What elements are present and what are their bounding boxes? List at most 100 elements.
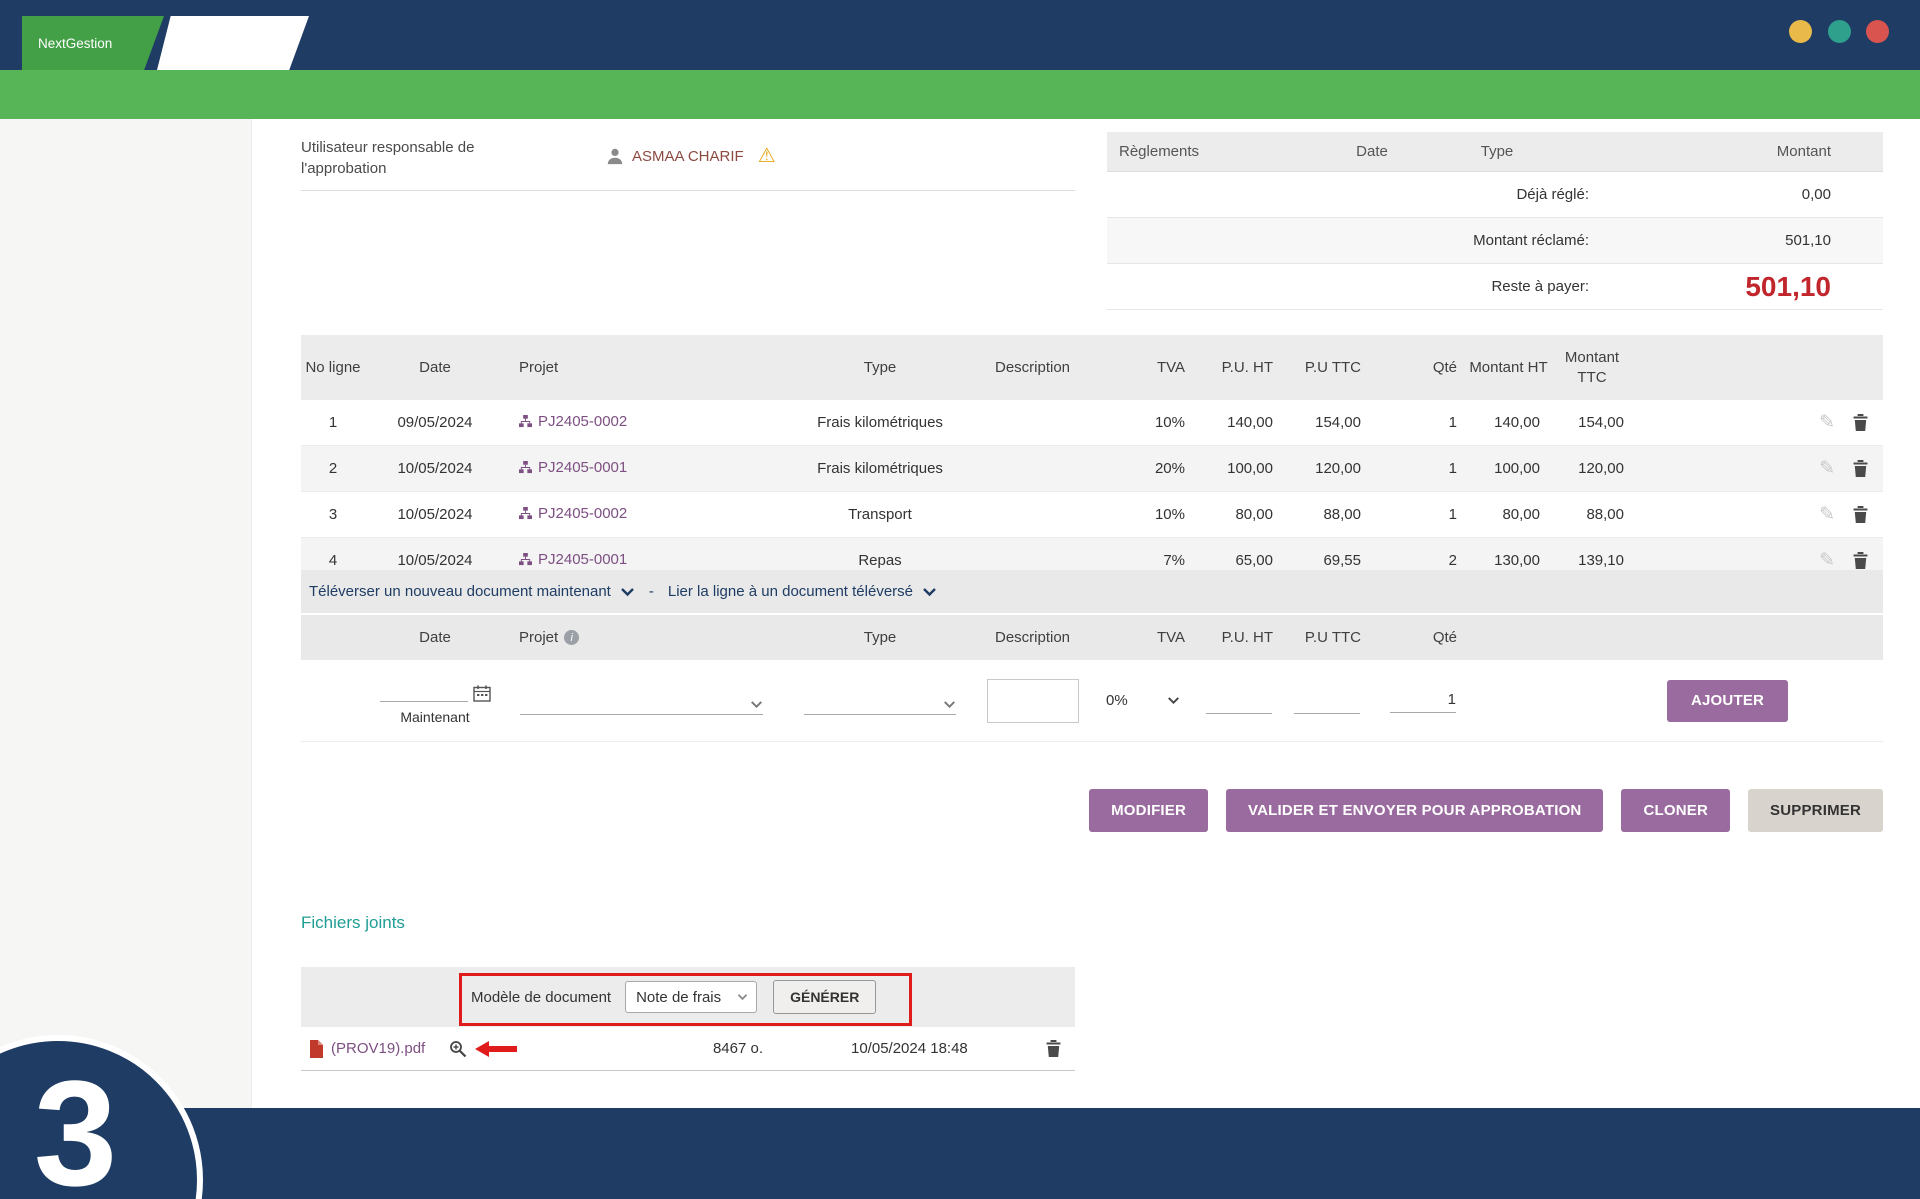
line-description xyxy=(960,492,1105,538)
payments-summary: Règlements Date Type Montant Déjà réglé:… xyxy=(1107,132,1883,310)
payments-label: Montant réclamé: xyxy=(1107,232,1589,249)
project-link[interactable]: PJ2405-0002 xyxy=(519,413,627,430)
project-code: PJ2405-0002 xyxy=(538,505,627,522)
delete-button[interactable]: SUPPRIMER xyxy=(1748,789,1883,832)
approval-label: Utilisateur responsable de l'approbation xyxy=(301,137,521,179)
info-icon: i xyxy=(564,630,579,645)
line-no: 3 xyxy=(301,492,365,538)
date-input[interactable] xyxy=(380,676,468,702)
line-description xyxy=(960,400,1105,446)
line-montant-ttc: 120,00 xyxy=(1550,446,1634,492)
payments-header-montant: Montant xyxy=(1557,143,1883,160)
line-no: 1 xyxy=(301,400,365,446)
project-link[interactable]: PJ2405-0001 xyxy=(519,459,627,476)
project-link[interactable]: PJ2405-0001 xyxy=(519,551,627,568)
col-header-type: Type xyxy=(800,335,960,400)
tva-select[interactable]: 0% xyxy=(1106,692,1194,709)
form-row: Maintenant xyxy=(301,660,1883,742)
form-header-qte: Qté xyxy=(1371,614,1467,660)
pu-ttc-input[interactable] xyxy=(1294,688,1360,714)
edit-line-icon[interactable]: ✎ xyxy=(1819,459,1835,478)
attachment-file-link[interactable]: (PROV19).pdf xyxy=(331,1040,425,1057)
main-nav xyxy=(0,70,1920,119)
line-montant-ht: 100,00 xyxy=(1467,446,1550,492)
type-select[interactable] xyxy=(804,687,956,715)
line-no: 2 xyxy=(301,446,365,492)
upload-bar: Téléverser un nouveau document maintenan… xyxy=(301,570,1883,613)
warning-icon: ⚠ xyxy=(758,146,776,166)
validate-send-approval-button[interactable]: VALIDER ET ENVOYER POUR APPROBATION xyxy=(1226,789,1603,832)
line-montant-ht: 80,00 xyxy=(1467,492,1550,538)
chevron-down-icon xyxy=(922,587,937,597)
annotation-arrow-left-icon xyxy=(475,1040,517,1058)
payments-value: 0,00 xyxy=(1589,186,1883,203)
line-qte: 1 xyxy=(1371,400,1467,446)
link-existing-document-link[interactable]: Lier la ligne à un document téléversé xyxy=(668,583,937,600)
col-header-projet: Projet xyxy=(505,335,800,400)
table-row: 3 10/05/2024 PJ2405-0002 Transport 10% 8… xyxy=(301,492,1883,538)
project-icon xyxy=(519,461,532,474)
approval-user-link[interactable]: ASMAA CHARIF xyxy=(632,148,744,165)
edit-line-icon[interactable]: ✎ xyxy=(1819,551,1835,570)
payments-header-date: Date xyxy=(1307,143,1437,160)
project-icon xyxy=(519,553,532,566)
delete-line-icon[interactable] xyxy=(1853,552,1868,569)
clone-button[interactable]: CLONER xyxy=(1621,789,1730,832)
link-existing-document-label: Lier la ligne à un document téléversé xyxy=(668,583,913,600)
payments-value: 501,10 xyxy=(1589,232,1883,249)
form-header-pu-ttc: P.U TTC xyxy=(1283,614,1371,660)
col-header-date: Date xyxy=(365,335,505,400)
upload-new-document-link[interactable]: Téléverser un nouveau document maintenan… xyxy=(309,583,635,600)
line-date: 10/05/2024 xyxy=(365,446,505,492)
col-header-montant-ht: Montant HT xyxy=(1467,335,1550,400)
pu-ht-input[interactable] xyxy=(1206,688,1272,714)
col-header-description: Description xyxy=(960,335,1105,400)
line-description xyxy=(960,446,1105,492)
payments-header-reglements: Règlements xyxy=(1107,143,1307,160)
line-tva: 20% xyxy=(1105,446,1195,492)
delete-line-icon[interactable] xyxy=(1853,414,1868,431)
annotation-highlight-rect xyxy=(459,973,912,1026)
form-header-projet: Projeti xyxy=(505,614,800,660)
col-header-montant-ttc: Montant TTC xyxy=(1550,335,1634,400)
tab-nextgestion[interactable]: NextGestion xyxy=(22,16,164,70)
payments-header-type: Type xyxy=(1437,143,1557,160)
edit-line-icon[interactable]: ✎ xyxy=(1819,505,1835,524)
window-control-minimize-icon[interactable] xyxy=(1789,20,1812,43)
project-select[interactable] xyxy=(520,687,763,715)
delete-line-icon[interactable] xyxy=(1853,460,1868,477)
delete-line-icon[interactable] xyxy=(1853,506,1868,523)
project-icon xyxy=(519,415,532,428)
attachment-file-size: 8467 o. xyxy=(641,1040,763,1057)
window-control-close-icon[interactable] xyxy=(1866,20,1889,43)
modify-button[interactable]: MODIFIER xyxy=(1089,789,1208,832)
form-header-description: Description xyxy=(960,614,1105,660)
payments-label: Déjà réglé: xyxy=(1107,186,1589,203)
date-hint: Maintenant xyxy=(400,709,469,725)
annotation-step-number: 3 xyxy=(28,1058,123,1199)
upload-separator: - xyxy=(649,583,654,600)
qty-input[interactable]: 1 xyxy=(1390,688,1456,713)
tab-placeholder[interactable] xyxy=(157,16,309,70)
description-input[interactable] xyxy=(987,679,1079,723)
payments-label: Reste à payer: xyxy=(1107,278,1589,295)
attachment-row: (PROV19).pdf 8467 o. 10/05/2024 18:48 xyxy=(301,1027,1075,1071)
browser-top-bar: NextGestion xyxy=(0,0,1920,70)
calendar-icon[interactable] xyxy=(473,685,491,702)
line-date: 10/05/2024 xyxy=(365,492,505,538)
edit-line-icon[interactable]: ✎ xyxy=(1819,413,1835,432)
col-header-actions xyxy=(1634,335,1883,400)
new-line-form: Date Projeti Type Description TVA P.U. H… xyxy=(301,613,1883,742)
pdf-icon xyxy=(309,1040,324,1058)
window-control-maximize-icon[interactable] xyxy=(1828,20,1851,43)
col-header-qte: Qté xyxy=(1371,335,1467,400)
delete-attachment-icon[interactable] xyxy=(1046,1040,1061,1057)
form-header-date: Date xyxy=(365,614,505,660)
line-type: Transport xyxy=(800,492,960,538)
line-pu-ttc: 120,00 xyxy=(1283,446,1371,492)
add-line-button[interactable]: AJOUTER xyxy=(1667,680,1788,722)
magnifier-icon[interactable] xyxy=(449,1040,467,1058)
amount-due-value: 501,10 xyxy=(1589,271,1883,303)
project-link[interactable]: PJ2405-0002 xyxy=(519,505,627,522)
payments-row-montant-reclame: Montant réclamé: 501,10 xyxy=(1107,218,1883,264)
